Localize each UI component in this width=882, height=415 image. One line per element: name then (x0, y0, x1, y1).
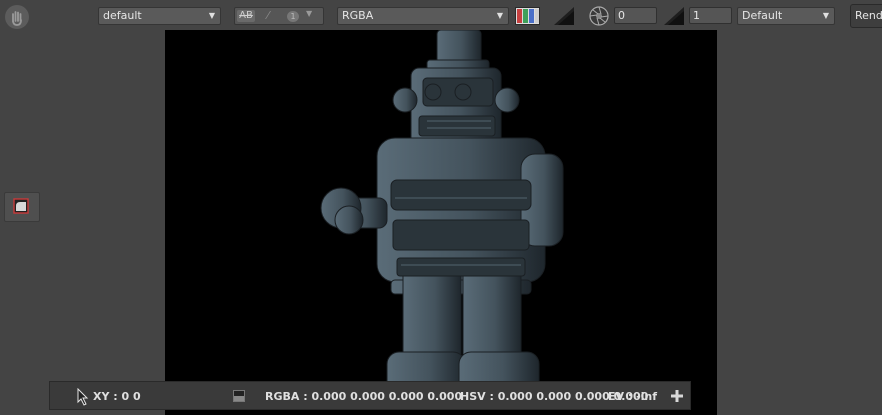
rgba-readout: RGBA : 0.000 0.000 0.000 0.000 (265, 390, 463, 403)
region-tool-icon (13, 198, 29, 214)
ab-compare-button[interactable]: AB (237, 10, 255, 22)
ev-readout: EV : -inf (608, 390, 658, 403)
chevron-down-icon: ▼ (496, 11, 503, 20)
compare-index-badge[interactable]: 1 (287, 11, 299, 22)
exposure-input[interactable]: 0 (614, 7, 657, 24)
hand-tool-button[interactable] (5, 5, 29, 29)
wipe-button[interactable]: ⁄ (259, 10, 277, 22)
chevron-down-icon: ▼ (822, 11, 829, 20)
rendered-image (320, 30, 564, 407)
render-button[interactable]: Rend (850, 4, 882, 28)
swatch-icon (233, 390, 245, 402)
chevron-down-icon[interactable]: ▼ (306, 9, 312, 18)
aperture-icon[interactable] (589, 6, 609, 26)
chevron-down-icon: ▼ (208, 11, 215, 20)
region-tool-button[interactable] (4, 192, 40, 222)
xy-readout: XY : 0 0 (93, 390, 141, 403)
channel-bars-icon[interactable] (515, 7, 540, 25)
compare-group: AB ⁄ 1 ▼ (234, 7, 324, 25)
gamma-input[interactable]: 1 (689, 7, 732, 24)
display-select[interactable]: default ▼ (98, 7, 221, 25)
render-viewport[interactable] (165, 30, 717, 415)
view-transform-select[interactable]: Default ▼ (737, 7, 835, 25)
display-select-value: default (103, 9, 142, 22)
hand-icon (12, 11, 22, 26)
channel-select[interactable]: RGBA ▼ (337, 7, 509, 25)
plus-icon[interactable] (670, 389, 684, 403)
cursor-icon (77, 388, 89, 406)
view-transform-select-value: Default (742, 9, 783, 22)
channel-select-value: RGBA (342, 9, 374, 22)
exposure-ramp-icon[interactable] (554, 7, 574, 26)
pixel-info-bar: XY : 0 0 RGBA : 0.000 0.000 0.000 0.000 … (49, 381, 691, 410)
gamma-ramp-icon[interactable] (664, 7, 684, 26)
